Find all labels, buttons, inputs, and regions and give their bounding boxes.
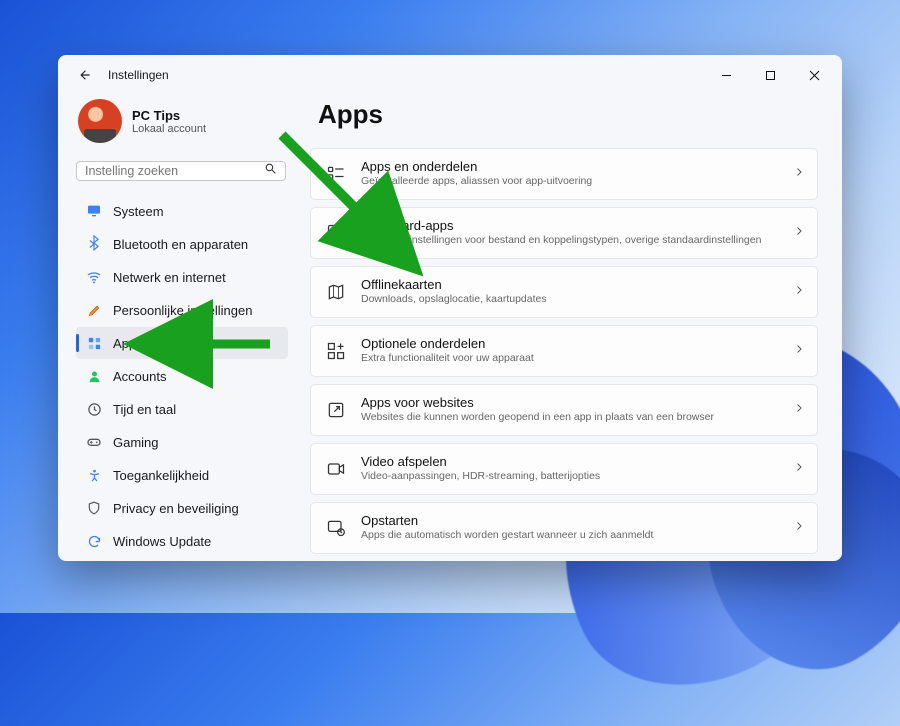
- paintbrush-icon: [86, 302, 102, 318]
- sidebar-item-label: Systeem: [113, 204, 164, 219]
- sidebar-item-label: Apps: [113, 336, 143, 351]
- apps-list-icon: [325, 163, 347, 185]
- card-optional-features[interactable]: Optionele onderdelenExtra functionalitei…: [310, 325, 818, 377]
- card-title: Video afspelen: [361, 454, 793, 470]
- back-icon: [78, 68, 92, 82]
- default-apps-icon: [325, 222, 347, 244]
- card-subtitle: Extra functionaliteit voor uw apparaat: [361, 352, 793, 366]
- sidebar-item-label: Bluetooth en apparaten: [113, 237, 248, 252]
- close-button[interactable]: [792, 60, 836, 90]
- sidebar-item-network[interactable]: Netwerk en internet: [76, 261, 288, 293]
- card-subtitle: Standaardinstellingen voor bestand en ko…: [361, 234, 793, 248]
- sidebar-item-label: Tijd en taal: [113, 402, 176, 417]
- display-icon: [86, 203, 102, 219]
- sidebar-item-privacy[interactable]: Privacy en beveiliging: [76, 492, 288, 524]
- sidebar-item-time[interactable]: Tijd en taal: [76, 393, 288, 425]
- startup-icon: [325, 517, 347, 539]
- update-icon: [86, 533, 102, 549]
- chevron-right-icon: [793, 224, 805, 242]
- sidebar-item-label: Windows Update: [113, 534, 211, 549]
- card-title: Apps voor websites: [361, 395, 793, 411]
- card-subtitle: Video-aanpassingen, HDR-streaming, batte…: [361, 470, 793, 484]
- card-subtitle: Websites die kunnen worden geopend in ee…: [361, 411, 793, 425]
- card-apps-websites[interactable]: Apps voor websitesWebsites die kunnen wo…: [310, 384, 818, 436]
- sidebar-item-label: Netwerk en internet: [113, 270, 226, 285]
- grid-plus-icon: [325, 340, 347, 362]
- main-panel: Apps Apps en onderdelenGeïnstalleerde ap…: [298, 95, 842, 561]
- profile-subtitle: Lokaal account: [132, 123, 206, 135]
- card-title: Standaard-apps: [361, 218, 793, 234]
- wifi-icon: [86, 269, 102, 285]
- sidebar-item-accessibility[interactable]: Toegankelijkheid: [76, 459, 288, 491]
- chevron-right-icon: [793, 165, 805, 183]
- card-video-playback[interactable]: Video afspelenVideo-aanpassingen, HDR-st…: [310, 443, 818, 495]
- open-external-icon: [325, 399, 347, 421]
- card-title: Offlinekaarten: [361, 277, 793, 293]
- card-startup[interactable]: OpstartenApps die automatisch worden ges…: [310, 502, 818, 554]
- person-icon: [86, 368, 102, 384]
- maximize-button[interactable]: [748, 60, 792, 90]
- window-title: Instellingen: [108, 68, 169, 82]
- chevron-right-icon: [793, 283, 805, 301]
- chevron-right-icon: [793, 460, 805, 478]
- settings-window: Instellingen PC Tips Lokaal account: [58, 55, 842, 561]
- chevron-right-icon: [793, 519, 805, 537]
- sidebar-item-label: Privacy en beveiliging: [113, 501, 239, 516]
- map-icon: [325, 281, 347, 303]
- video-icon: [325, 458, 347, 480]
- sidebar-item-system[interactable]: Systeem: [76, 195, 288, 227]
- search-icon: [264, 162, 277, 180]
- sidebar-item-apps[interactable]: Apps: [76, 327, 288, 359]
- card-title: Apps en onderdelen: [361, 159, 793, 175]
- avatar: [78, 99, 122, 143]
- card-subtitle: Apps die automatisch worden gestart wann…: [361, 529, 793, 543]
- bluetooth-icon: [86, 236, 102, 252]
- back-button[interactable]: [72, 62, 98, 88]
- chevron-right-icon: [793, 401, 805, 419]
- sidebar: PC Tips Lokaal account Systeem Bluetooth…: [58, 95, 298, 561]
- card-offline-maps[interactable]: OfflinekaartenDownloads, opslaglocatie, …: [310, 266, 818, 318]
- clock-icon: [86, 401, 102, 417]
- sidebar-item-label: Toegankelijkheid: [113, 468, 209, 483]
- sidebar-item-bluetooth[interactable]: Bluetooth en apparaten: [76, 228, 288, 260]
- card-title: Optionele onderdelen: [361, 336, 793, 352]
- search-input[interactable]: [85, 164, 264, 178]
- shield-icon: [86, 500, 102, 516]
- profile-name: PC Tips: [132, 108, 206, 123]
- chevron-right-icon: [793, 342, 805, 360]
- sidebar-item-label: Persoonlijke instellingen: [113, 303, 252, 318]
- card-subtitle: Geïnstalleerde apps, aliassen voor app-u…: [361, 175, 793, 189]
- titlebar: Instellingen: [58, 55, 842, 95]
- accessibility-icon: [86, 467, 102, 483]
- search-box[interactable]: [76, 161, 286, 181]
- apps-icon: [86, 335, 102, 351]
- minimize-button[interactable]: [704, 60, 748, 90]
- sidebar-item-accounts[interactable]: Accounts: [76, 360, 288, 392]
- gamepad-icon: [86, 434, 102, 450]
- card-title: Opstarten: [361, 513, 793, 529]
- card-apps-features[interactable]: Apps en onderdelenGeïnstalleerde apps, a…: [310, 148, 818, 200]
- sidebar-item-label: Accounts: [113, 369, 166, 384]
- sidebar-item-label: Gaming: [113, 435, 159, 450]
- page-title: Apps: [318, 99, 818, 130]
- card-default-apps[interactable]: Standaard-appsStandaardinstellingen voor…: [310, 207, 818, 259]
- sidebar-item-gaming[interactable]: Gaming: [76, 426, 288, 458]
- profile-block[interactable]: PC Tips Lokaal account: [76, 91, 288, 155]
- nav-list: Systeem Bluetooth en apparaten Netwerk e…: [76, 195, 288, 557]
- sidebar-item-personalization[interactable]: Persoonlijke instellingen: [76, 294, 288, 326]
- card-subtitle: Downloads, opslaglocatie, kaartupdates: [361, 293, 793, 307]
- sidebar-item-update[interactable]: Windows Update: [76, 525, 288, 557]
